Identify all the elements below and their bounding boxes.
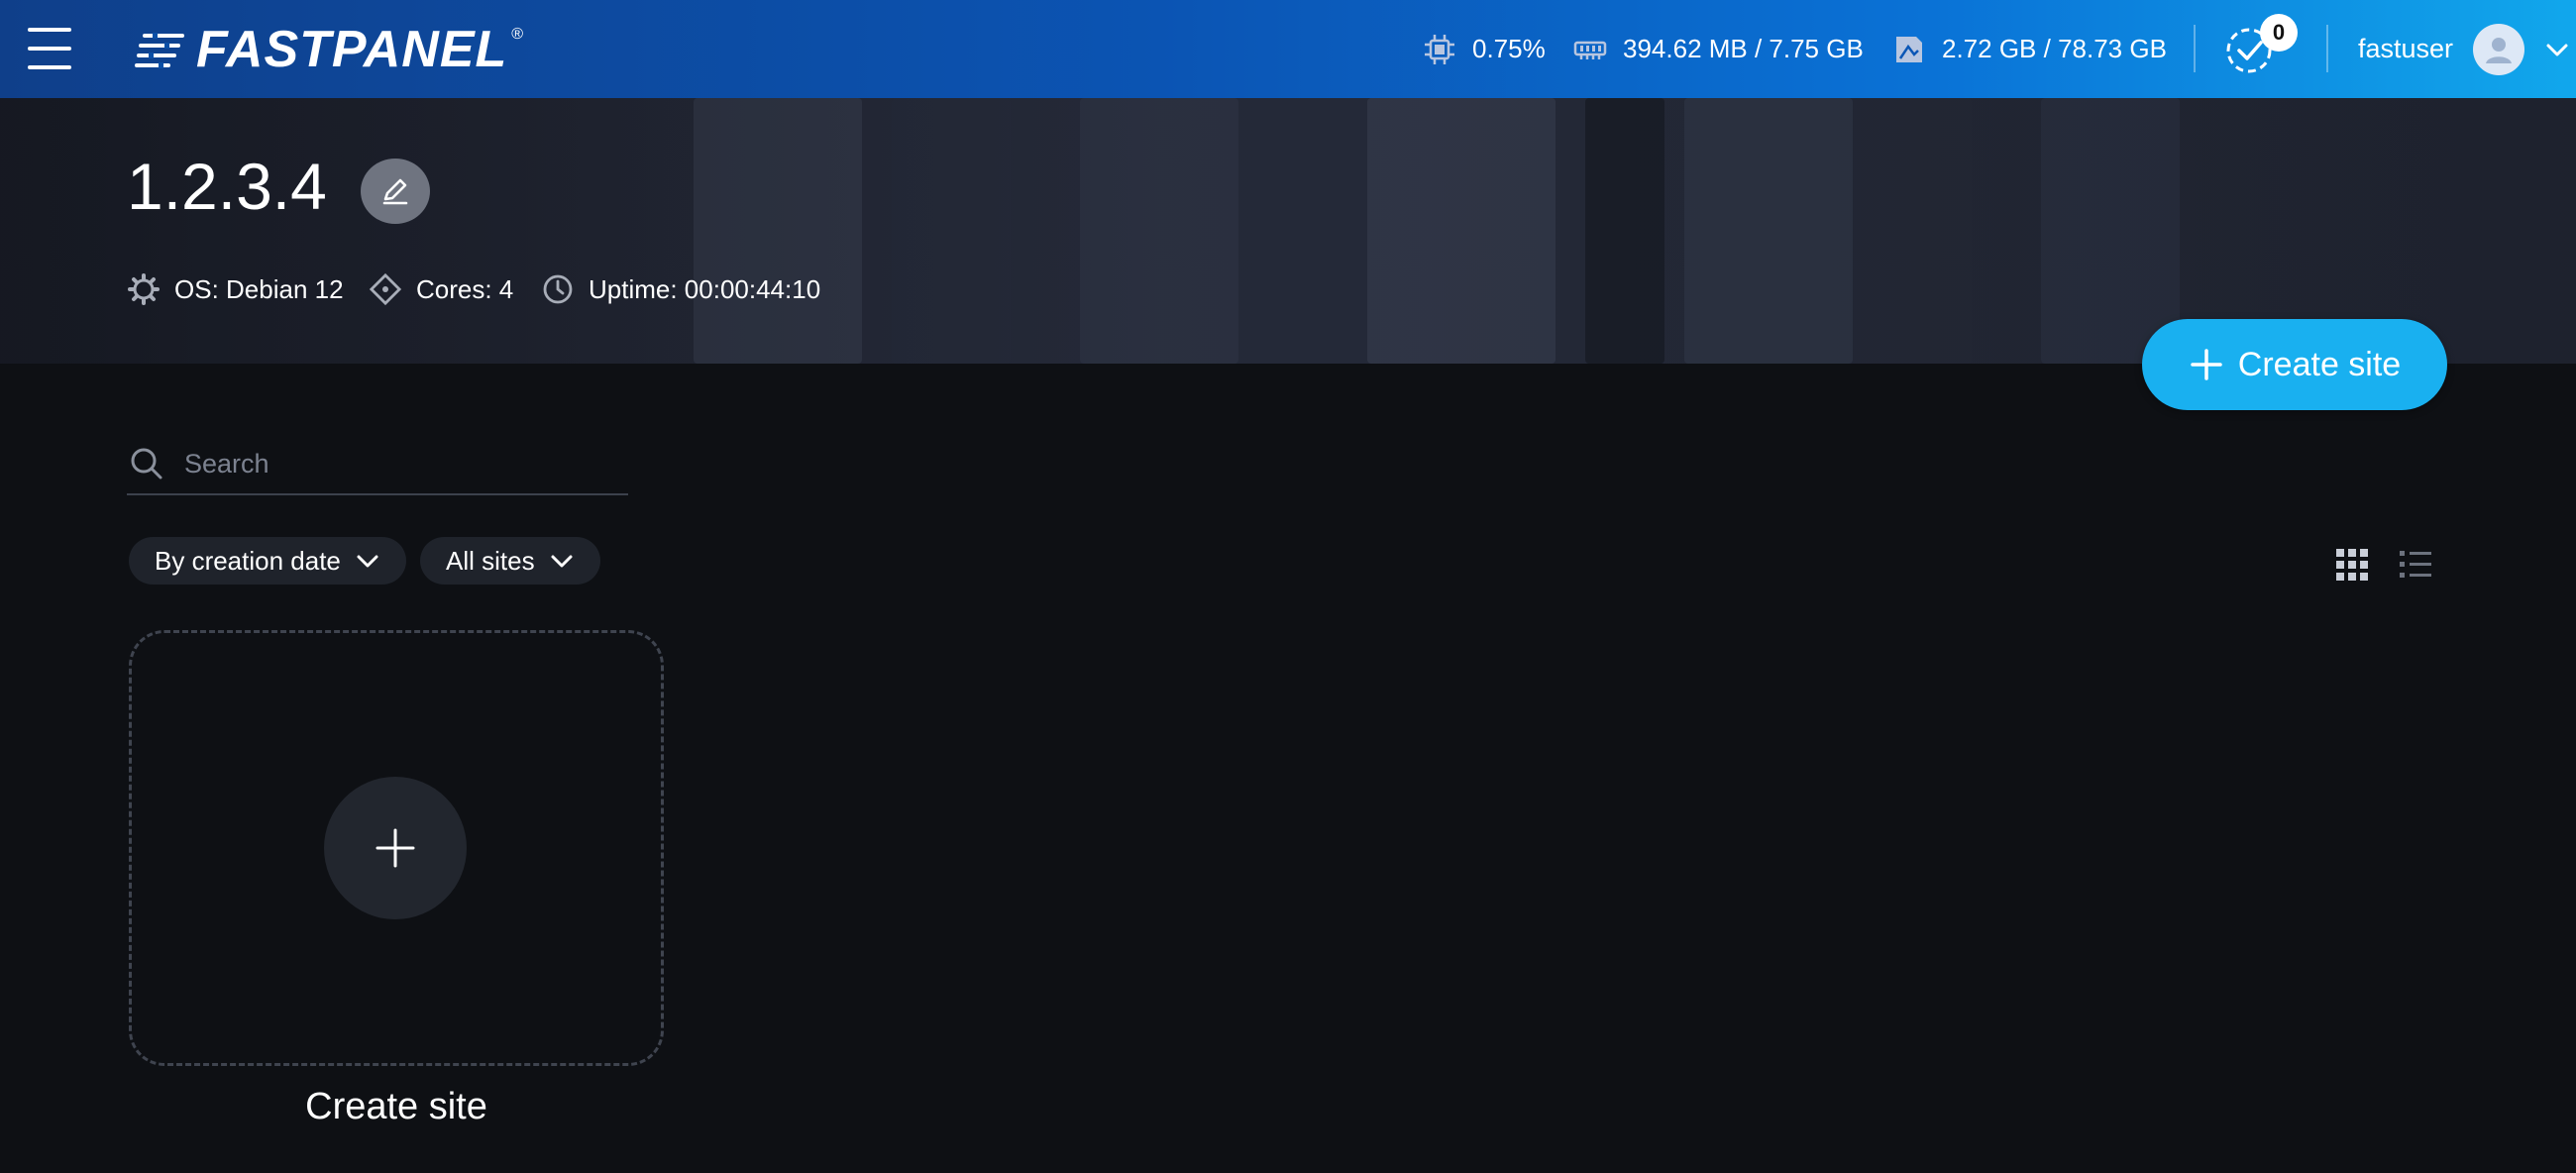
create-site-button[interactable]: Create site xyxy=(2142,319,2447,410)
hamburger-menu-icon[interactable] xyxy=(28,28,71,69)
edit-server-button[interactable] xyxy=(361,159,430,224)
tasks-button[interactable]: 0 xyxy=(2222,14,2298,77)
chevron-down-icon xyxy=(551,555,573,568)
pencil-icon xyxy=(382,178,408,205)
user-avatar-icon xyxy=(2473,23,2525,75)
cpu-value: 0.75% xyxy=(1472,34,1546,63)
cpu-icon xyxy=(1425,34,1454,64)
cores-info: Cores: 4 xyxy=(369,269,513,309)
create-site-button-label: Create site xyxy=(2237,345,2402,383)
user-name: fastuser xyxy=(2358,34,2454,63)
logo-registered-mark: ® xyxy=(511,26,524,43)
search-icon xyxy=(131,448,162,480)
gear-icon xyxy=(128,273,160,305)
memory-icon xyxy=(1573,41,1607,59)
search-bar xyxy=(127,434,628,495)
cores-label: Cores: 4 xyxy=(416,273,514,304)
tasks-count-badge: 0 xyxy=(2260,14,2298,52)
user-menu[interactable]: fastuser xyxy=(2358,0,2570,98)
memory-value: 394.62 MB / 7.75 GB xyxy=(1623,34,1864,63)
sort-dropdown-value: By creation date xyxy=(155,545,341,576)
create-site-card-label[interactable]: Create site xyxy=(129,1086,664,1128)
search-input[interactable] xyxy=(184,448,620,480)
sort-dropdown[interactable]: By creation date xyxy=(129,537,406,585)
top-bar: FASTPANEL ® 0.75% 394.62 MB / 7.75 GB 2.… xyxy=(0,0,2576,98)
header-divider xyxy=(2194,25,2196,72)
fastpanel-logo[interactable]: FASTPANEL ® xyxy=(135,21,524,78)
os-label: OS: Debian 12 xyxy=(174,273,344,304)
uptime-label: Uptime: 00:00:44:10 xyxy=(589,273,821,304)
chip-diamond-icon xyxy=(369,272,402,306)
logo-text: FASTPANEL xyxy=(196,21,508,78)
disk-value: 2.72 GB / 78.73 GB xyxy=(1942,34,2167,63)
clock-icon xyxy=(543,274,573,304)
chevron-down-icon xyxy=(2546,44,2568,55)
plus-icon xyxy=(376,828,415,868)
cpu-stat: 0.75% xyxy=(1423,0,1546,98)
fastpanel-dashboard: FASTPANEL ® 0.75% 394.62 MB / 7.75 GB 2.… xyxy=(0,0,2576,1173)
os-info: OS: Debian 12 xyxy=(127,269,344,309)
disk-stat: 2.72 GB / 78.73 GB xyxy=(1892,0,2167,98)
uptime-info: Uptime: 00:00:44:10 xyxy=(541,269,820,309)
server-title: 1.2.3.4 xyxy=(127,150,327,223)
site-scope-dropdown[interactable]: All sites xyxy=(420,537,600,585)
site-scope-dropdown-value: All sites xyxy=(446,545,535,576)
create-site-card-plus-button[interactable] xyxy=(324,777,467,919)
header-divider xyxy=(2326,25,2328,72)
plus-icon xyxy=(2191,349,2222,380)
logo-mark-icon xyxy=(135,33,184,68)
chevron-down-icon xyxy=(357,555,378,568)
memory-stat: 394.62 MB / 7.75 GB xyxy=(1573,0,1864,98)
disk-icon xyxy=(1896,36,1922,62)
grid-view-icon[interactable] xyxy=(2334,547,2370,583)
list-view-icon[interactable] xyxy=(2398,547,2433,583)
